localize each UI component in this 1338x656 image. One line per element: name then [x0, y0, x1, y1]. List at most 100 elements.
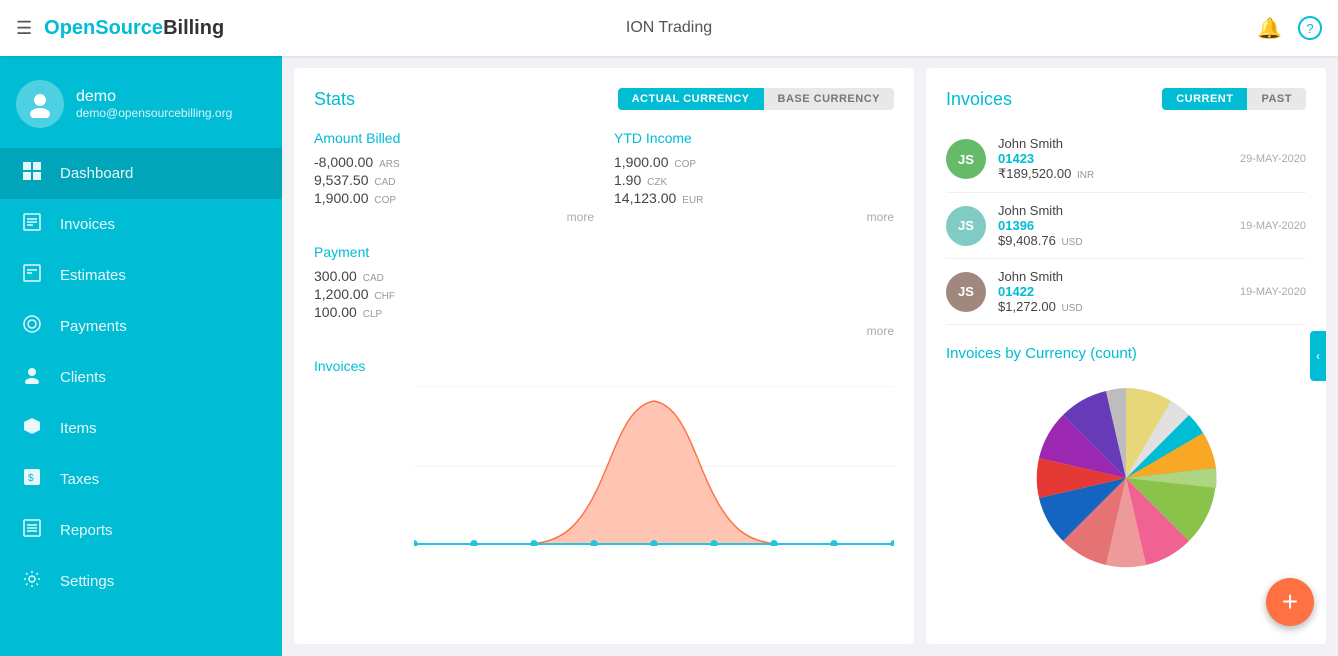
estimates-icon [20, 264, 44, 287]
base-currency-button[interactable]: BASE CURRENCY [764, 88, 894, 110]
pie-chart-svg [1026, 378, 1226, 578]
fab-button[interactable]: + [1266, 578, 1314, 626]
profile-email: demo@opensourcebilling.org [76, 106, 232, 120]
stats-header: Stats ACTUAL CURRENCY BASE CURRENCY [314, 88, 894, 110]
invoice-info: John Smith 01423 ₹189,520.00 INR [998, 136, 1240, 182]
invoice-avatar: JS [946, 139, 986, 179]
right-collapse-bar[interactable]: ‹ [1310, 331, 1326, 381]
invoice-name: John Smith [998, 203, 1240, 218]
sidebar-item-estimates[interactable]: Estimates [0, 250, 282, 301]
invoice-item[interactable]: JS John Smith 01396 $9,408.76 USD 19-MAY… [946, 193, 1306, 259]
sidebar-nav: Dashboard Invoices Estimates Payments [0, 148, 282, 607]
clients-icon [20, 366, 44, 389]
pie-title: Invoices by Currency (count) [946, 345, 1306, 362]
payment-section: Payment 300.00 CAD 1,200.00 CHF 100.00 C… [314, 244, 894, 338]
invoice-info: John Smith 01422 $1,272.00 USD [998, 269, 1240, 314]
payment-more[interactable]: more [314, 324, 894, 338]
avatar [16, 80, 64, 128]
sidebar: demo demo@opensourcebilling.org Dashboar… [0, 56, 282, 656]
dashboard-icon [20, 162, 44, 185]
topbar-icons: 🔔 ? [1257, 16, 1322, 41]
invoice-id: 01396 [998, 218, 1240, 233]
invoice-avatar: JS [946, 272, 986, 312]
stat-item: 9,537.50 CAD [314, 172, 594, 188]
invoice-amount: $9,408.76 USD [998, 233, 1240, 248]
sidebar-item-settings[interactable]: Settings [0, 556, 282, 607]
estimates-label: Estimates [60, 267, 126, 284]
invoice-id: 01423 [998, 151, 1240, 166]
actual-currency-button[interactable]: ACTUAL CURRENCY [618, 88, 764, 110]
invoice-date: 29-MAY-2020 [1240, 153, 1306, 165]
settings-label: Settings [60, 573, 114, 590]
invoices-tab-toggle: CURRENT PAST [1162, 88, 1306, 110]
invoices-icon [20, 213, 44, 236]
notification-icon[interactable]: 🔔 [1257, 16, 1282, 41]
invoice-amount: ₹189,520.00 INR [998, 166, 1240, 182]
payment-label: Payment [314, 244, 894, 260]
pie-section: Invoices by Currency (count) [946, 345, 1306, 578]
menu-icon[interactable]: ☰ [16, 18, 32, 39]
past-tab-button[interactable]: PAST [1247, 88, 1306, 110]
app-logo: OpenSourceBilling [44, 17, 224, 40]
items-icon [20, 417, 44, 440]
sidebar-profile: demo demo@opensourcebilling.org [0, 56, 282, 148]
invoices-chart-svg: 200000000 100000000 0 [414, 386, 894, 546]
dashboard-label: Dashboard [60, 165, 133, 182]
taxes-label: Taxes [60, 471, 99, 488]
invoices-label: Invoices [60, 216, 115, 233]
taxes-icon: $ [20, 468, 44, 491]
page-title: ION Trading [626, 19, 712, 37]
invoice-amount: $1,272.00 USD [998, 299, 1240, 314]
stat-item: -8,000.00 ARS [314, 154, 594, 170]
stat-item: 1.90 CZK [614, 172, 894, 188]
stat-item: 1,900.00 COP [314, 190, 594, 206]
main-layout: demo demo@opensourcebilling.org Dashboar… [0, 56, 1338, 656]
items-label: Items [60, 420, 97, 437]
invoice-name: John Smith [998, 136, 1240, 151]
invoices-panel-header: Invoices CURRENT PAST [946, 88, 1306, 110]
invoices-panel-title: Invoices [946, 89, 1012, 110]
ytd-more[interactable]: more [614, 210, 894, 224]
logo-suffix: Billing [163, 17, 224, 39]
invoice-date: 19-MAY-2020 [1240, 286, 1306, 298]
svg-text:$: $ [28, 473, 34, 484]
invoice-item[interactable]: JS John Smith 01422 $1,272.00 USD 19-MAY… [946, 259, 1306, 325]
stats-grid: Amount Billed -8,000.00 ARS 9,537.50 CAD… [314, 130, 894, 224]
reports-icon [20, 519, 44, 542]
logo-prefix: OpenSource [44, 17, 163, 39]
invoice-name: John Smith [998, 269, 1240, 284]
invoices-chart-label: Invoices [314, 358, 894, 374]
invoice-date: 19-MAY-2020 [1240, 220, 1306, 232]
profile-name: demo [76, 88, 232, 106]
clients-label: Clients [60, 369, 106, 386]
sidebar-item-invoices[interactable]: Invoices [0, 199, 282, 250]
sidebar-item-reports[interactable]: Reports [0, 505, 282, 556]
sidebar-item-taxes[interactable]: $ Taxes [0, 454, 282, 505]
ytd-income-label: YTD Income [614, 130, 894, 146]
help-icon[interactable]: ? [1298, 16, 1322, 40]
invoice-item[interactable]: JS John Smith 01423 ₹189,520.00 INR 29-M… [946, 126, 1306, 193]
stat-item: 100.00 CLP [314, 304, 894, 320]
stat-item: 1,900.00 COP [614, 154, 894, 170]
invoice-avatar: JS [946, 206, 986, 246]
topbar: ☰ OpenSourceBilling ION Trading 🔔 ? [0, 0, 1338, 56]
amount-billed-section: Amount Billed -8,000.00 ARS 9,537.50 CAD… [314, 130, 594, 224]
sidebar-item-clients[interactable]: Clients [0, 352, 282, 403]
stats-panel: Stats ACTUAL CURRENCY BASE CURRENCY Amou… [294, 68, 914, 644]
payments-icon [20, 315, 44, 338]
current-tab-button[interactable]: CURRENT [1162, 88, 1247, 110]
stat-item: 1,200.00 CHF [314, 286, 894, 302]
ytd-income-section: YTD Income 1,900.00 COP 1.90 CZK 14,123.… [614, 130, 894, 224]
sidebar-item-items[interactable]: Items [0, 403, 282, 454]
amount-billed-more[interactable]: more [314, 210, 594, 224]
invoice-id: 01422 [998, 284, 1240, 299]
amount-billed-label: Amount Billed [314, 130, 594, 146]
invoice-info: John Smith 01396 $9,408.76 USD [998, 203, 1240, 248]
sidebar-item-payments[interactable]: Payments [0, 301, 282, 352]
stats-title: Stats [314, 89, 355, 110]
sidebar-item-dashboard[interactable]: Dashboard [0, 148, 282, 199]
chart-wrapper: 200000000 100000000 0 [314, 386, 894, 546]
reports-label: Reports [60, 522, 113, 539]
currency-toggle: ACTUAL CURRENCY BASE CURRENCY [618, 88, 894, 110]
invoices-panel: Invoices CURRENT PAST JS John Smith 0142… [926, 68, 1326, 644]
